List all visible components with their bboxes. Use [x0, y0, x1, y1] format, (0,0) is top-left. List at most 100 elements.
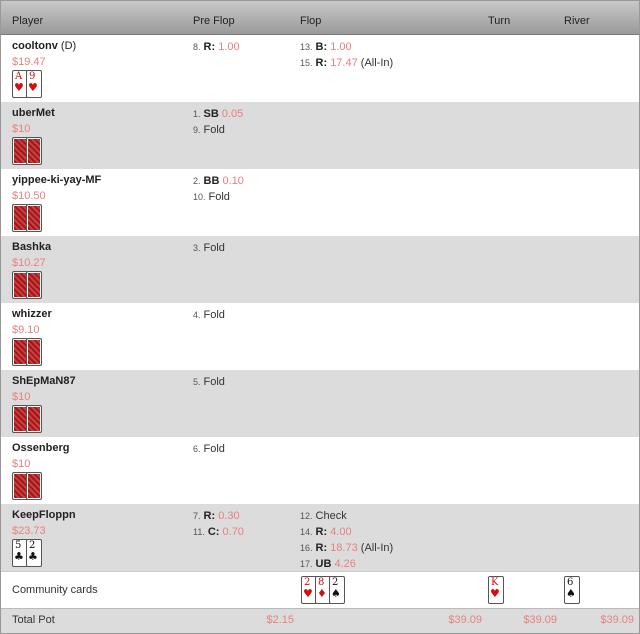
- action-note: Fold: [203, 443, 225, 455]
- card-back: [26, 137, 42, 165]
- action-type: R:: [315, 542, 328, 554]
- player-stack: $9.10: [12, 324, 40, 336]
- action-entry: 1. SB 0.05: [193, 107, 243, 123]
- player-row: yippee-ki-yay-MF $10.50 2. BB 0.10 10. Fold: [1, 169, 639, 236]
- action-amount: 18.73: [330, 542, 358, 554]
- flop-actions: 13. B: 1.00 15. R: 17.47 (All-In): [300, 40, 393, 72]
- action-note: Fold: [203, 309, 225, 321]
- player-row: uberMet $10 1. SB 0.05 9. Fold: [1, 102, 639, 169]
- action-note: (All-In): [360, 57, 394, 69]
- column-header-turn: Turn: [488, 15, 511, 27]
- hand-history-table: Player Pre Flop Flop Turn River cooltonv…: [0, 0, 640, 634]
- player-name-text: cooltonv: [12, 40, 58, 52]
- action-type: UB: [315, 558, 332, 570]
- action-type: C:: [207, 526, 220, 538]
- card-back: [26, 271, 42, 299]
- player-name-text: Ossenberg: [12, 442, 70, 454]
- player-name: yippee-ki-yay-MF: [12, 174, 101, 186]
- player-row: cooltonv (D) $19.47 A ♥ 9 ♥ 8. R: 1.00 13. B: 1.0…: [1, 35, 639, 102]
- action-entry: 7. R: 0.30: [193, 509, 244, 525]
- action-amount: 1.00: [330, 41, 352, 53]
- preflop-actions: 7. R: 0.30 11. C: 0.70: [193, 509, 244, 541]
- action-entry: 6. Fold: [193, 442, 225, 458]
- action-amount: 0.05: [221, 108, 244, 120]
- action-amount: 0.10: [222, 175, 244, 187]
- action-entry: 11. C: 0.70: [193, 525, 244, 541]
- action-order: 8.: [193, 42, 201, 52]
- action-order: 17.: [300, 559, 313, 569]
- player-name: KeepFloppn: [12, 509, 76, 521]
- pot-turn: $39.09: [523, 614, 557, 626]
- preflop-actions: 4. Fold: [193, 308, 225, 324]
- action-order: 2.: [193, 176, 201, 186]
- card-suit-icon: ♦: [317, 587, 327, 600]
- column-header-player: Player: [12, 15, 44, 27]
- hole-cards: [12, 204, 42, 232]
- playing-card: 9 ♥: [26, 70, 42, 98]
- action-type: R:: [203, 41, 216, 53]
- player-name-text: Bashka: [12, 241, 52, 253]
- player-name-text: whizzer: [12, 308, 52, 320]
- preflop-actions: 8. R: 1.00: [193, 40, 240, 56]
- action-order: 6.: [193, 444, 201, 454]
- hole-cards: A ♥ 9 ♥: [12, 70, 42, 98]
- player-name-text: uberMet: [12, 107, 55, 119]
- dealer-tag: (D): [60, 40, 77, 52]
- action-note: Fold: [208, 191, 230, 203]
- card-back: [26, 338, 42, 366]
- action-note: Check: [315, 510, 347, 522]
- player-name: whizzer: [12, 308, 52, 320]
- action-amount: 1.00: [218, 41, 240, 53]
- hole-cards: [12, 137, 42, 165]
- action-entry: 3. Fold: [193, 241, 225, 257]
- player-row: KeepFloppn $23.73 5 ♣ 2 ♣ 7. R: 0.30 11. C: 0.70 1…: [1, 504, 639, 571]
- community-river-cards: 6 ♠: [564, 576, 580, 604]
- action-order: 7.: [193, 511, 201, 521]
- action-entry: 10. Fold: [193, 190, 244, 206]
- card-back: [26, 204, 42, 232]
- table-header: Player Pre Flop Flop Turn River: [1, 1, 639, 35]
- action-entry: 8. R: 1.00: [193, 40, 240, 56]
- player-name-text: yippee-ki-yay-MF: [12, 174, 102, 186]
- action-entry: 12. Check: [300, 509, 393, 525]
- action-amount: 4.26: [334, 558, 356, 570]
- community-cards-row: Community cards 2 ♥ 8 ♦ 2 ♠ K ♥ 6 ♠: [1, 571, 639, 608]
- action-type: R:: [315, 526, 328, 538]
- player-name-text: ShEpMaN87: [12, 375, 76, 387]
- hole-cards: [12, 338, 42, 366]
- action-amount: 0.30: [218, 510, 240, 522]
- flop-actions: 12. Check 14. R: 4.00 16. R: 18.73 (All-In) 17…: [300, 509, 393, 573]
- card-suit-icon: ♣: [14, 550, 24, 563]
- action-amount: 4.00: [330, 526, 352, 538]
- playing-card: 2 ♣: [26, 539, 42, 567]
- action-amount: 0.70: [222, 526, 244, 538]
- player-name: Bashka: [12, 241, 51, 253]
- action-entry: 16. R: 18.73 (All-In): [300, 541, 393, 557]
- action-order: 10.: [193, 192, 206, 202]
- preflop-actions: 3. Fold: [193, 241, 225, 257]
- action-order: 9.: [193, 125, 201, 135]
- card-suit-icon: ♣: [28, 550, 38, 563]
- action-note: Fold: [203, 242, 225, 254]
- player-stack: $23.73: [12, 525, 46, 537]
- action-note: Fold: [203, 124, 225, 136]
- player-stack: $10.50: [12, 190, 46, 202]
- action-amount: 17.47: [330, 57, 358, 69]
- action-type: R:: [315, 57, 328, 69]
- hole-cards: [12, 405, 42, 433]
- playing-card: K ♥: [488, 576, 504, 604]
- player-name: cooltonv (D): [12, 40, 76, 52]
- player-stack: $10: [12, 458, 31, 470]
- pot-preflop: $2.15: [266, 614, 294, 626]
- community-flop-cards: 2 ♥ 8 ♦ 2 ♠: [301, 576, 345, 604]
- action-order: 12.: [300, 511, 313, 521]
- pot-river: $39.09: [600, 614, 634, 626]
- hole-cards: 5 ♣ 2 ♣: [12, 539, 42, 567]
- card-suit-icon: ♥: [14, 81, 24, 94]
- card-suit-icon: ♠: [566, 587, 576, 600]
- action-order: 13.: [300, 42, 313, 52]
- card-suit-icon: ♥: [490, 587, 500, 600]
- action-type: B:: [315, 41, 328, 53]
- player-name: uberMet: [12, 107, 55, 119]
- hole-cards: [12, 472, 42, 500]
